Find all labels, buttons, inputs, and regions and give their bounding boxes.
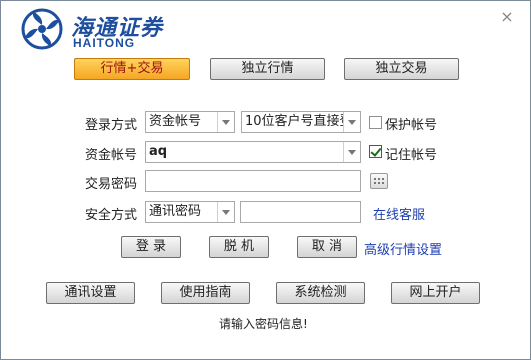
chevron-down-icon[interactable] bbox=[343, 112, 360, 132]
mode-trade-only-button[interactable]: 独立交易 bbox=[344, 58, 459, 80]
remember-account-label: 记住帐号 bbox=[385, 148, 438, 163]
security-method-label: 安全方式 bbox=[85, 208, 138, 223]
login-method-label: 登录方式 bbox=[85, 118, 138, 133]
system-check-button[interactable]: 系统检测 bbox=[276, 282, 365, 304]
keyboard-icon[interactable] bbox=[370, 173, 388, 189]
mode-quote-trade-button[interactable]: 行情+交易 bbox=[74, 58, 190, 80]
haitong-logo-icon bbox=[21, 8, 63, 50]
close-icon[interactable]: × bbox=[500, 9, 514, 25]
protect-account-label: 保护帐号 bbox=[385, 118, 438, 133]
security-method-value: 通讯密码 bbox=[149, 204, 202, 219]
offline-button[interactable]: 脱 机 bbox=[209, 236, 269, 258]
protect-account-checkbox[interactable] bbox=[369, 116, 382, 129]
status-message: 请输入密码信息! bbox=[219, 317, 308, 331]
login-button[interactable]: 登 录 bbox=[121, 236, 181, 258]
chevron-down-icon[interactable] bbox=[343, 142, 360, 162]
open-account-button[interactable]: 网上开户 bbox=[391, 282, 480, 304]
security-input[interactable] bbox=[240, 201, 361, 223]
remember-account-checkbox[interactable] bbox=[369, 145, 382, 158]
password-input[interactable] bbox=[145, 170, 361, 192]
user-guide-button[interactable]: 使用指南 bbox=[161, 282, 250, 304]
account-format-select[interactable]: 10位客户号直接登录 bbox=[241, 111, 361, 133]
online-service-link[interactable]: 在线客服 bbox=[373, 204, 425, 223]
account-input[interactable]: aq bbox=[145, 141, 361, 163]
account-value: aq bbox=[149, 144, 168, 159]
chevron-down-icon[interactable] bbox=[217, 112, 234, 132]
mode-quote-only-button[interactable]: 独立行情 bbox=[210, 58, 325, 80]
login-method-select[interactable]: 资金帐号 bbox=[145, 111, 235, 133]
chevron-down-icon[interactable] bbox=[217, 202, 234, 222]
advanced-quote-settings-link[interactable]: 高级行情设置 bbox=[364, 239, 442, 258]
password-label: 交易密码 bbox=[85, 177, 138, 192]
login-method-value: 资金帐号 bbox=[149, 114, 202, 129]
security-method-select[interactable]: 通讯密码 bbox=[145, 201, 235, 223]
account-label: 资金帐号 bbox=[85, 148, 138, 163]
brand-name-en: HAITONG bbox=[73, 36, 136, 50]
login-window: 海通证券 HAITONG × 行情+交易 独立行情 独立交易 登录方式 资金帐号… bbox=[0, 0, 531, 360]
cancel-button[interactable]: 取 消 bbox=[297, 236, 357, 258]
comm-settings-button[interactable]: 通讯设置 bbox=[46, 282, 135, 304]
